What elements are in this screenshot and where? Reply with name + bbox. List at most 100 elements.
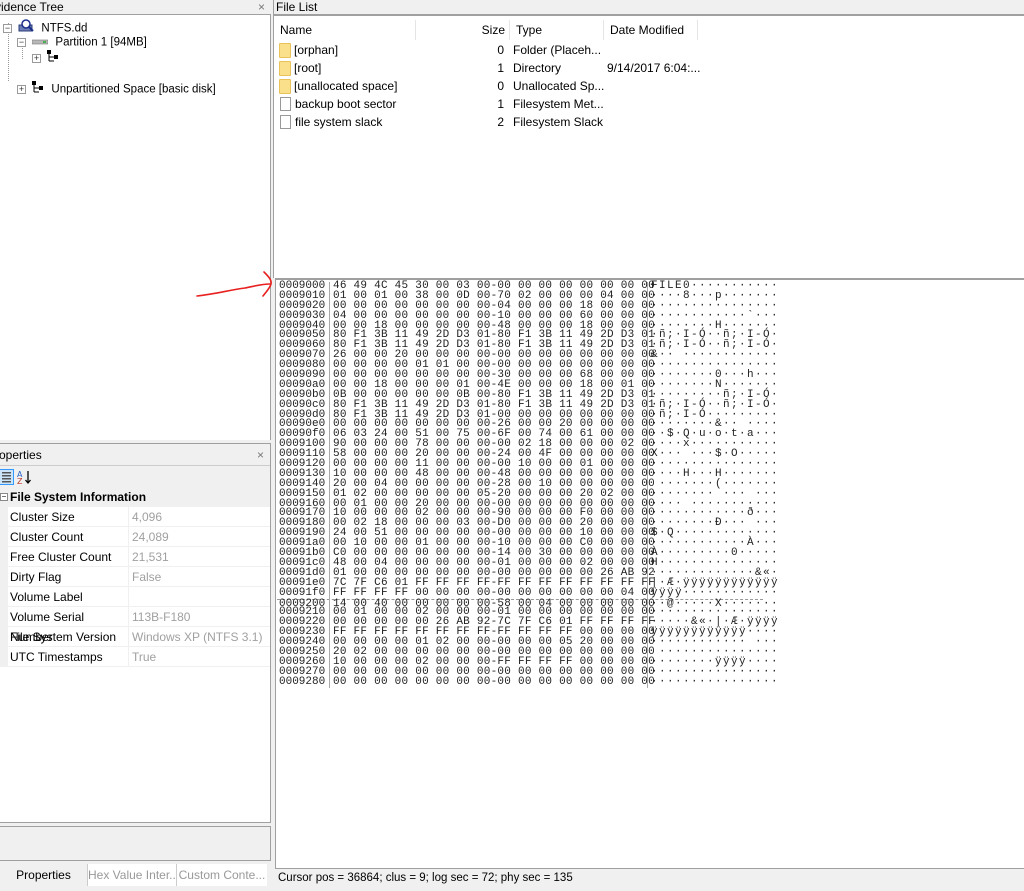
file-size: 0 [497, 79, 504, 93]
file-date-modified [604, 95, 704, 113]
property-gutter [0, 567, 8, 586]
property-value [129, 587, 270, 606]
file-name-cell: backup boot sector [274, 95, 421, 113]
file-size: 2 [497, 115, 504, 129]
close-icon[interactable]: × [258, 0, 265, 14]
property-name: Volume Label [8, 587, 129, 606]
tree-node-partition-1[interactable]: − Partition 1 [94MB] [17, 35, 147, 50]
property-name: Dirty Flag [8, 567, 129, 586]
file-date-modified [604, 113, 704, 131]
tree-node-label: NTFS.dd [41, 22, 88, 35]
tab-custom-content[interactable]: Custom Conte... [176, 864, 267, 886]
file-icon [280, 97, 291, 111]
file-list-header: Name Size Type Date Modified [274, 20, 698, 40]
cursor-position-status: Cursor pos = 36864; clus = 9; log sec = … [278, 872, 573, 884]
property-gutter [0, 587, 8, 606]
property-row[interactable]: Dirty Flag False [0, 567, 270, 587]
file-list-title: File List [276, 0, 318, 14]
property-value: 21,531 [132, 550, 169, 564]
property-row[interactable]: UTC Timestamps True [0, 647, 270, 667]
file-type: Unallocated Sp... [513, 79, 604, 93]
file-name: [orphan] [294, 43, 339, 57]
folder-icon [279, 78, 291, 94]
expand-icon[interactable]: + [32, 54, 41, 63]
tree-node-unpartitioned-space[interactable]: + Unpartitioned Space [basic disk] [17, 81, 216, 96]
folder-icon [279, 42, 291, 58]
file-name-cell: [unallocated space] [274, 77, 421, 95]
tree-node-filesystem[interactable]: + [32, 50, 63, 65]
collapse-icon[interactable]: − [17, 38, 26, 47]
tab-hex-value-interpreter[interactable]: Hex Value Inter... [87, 864, 176, 886]
property-gutter [0, 507, 8, 526]
property-row[interactable]: Cluster Size 4,096 [0, 507, 270, 527]
file-name-cell: [orphan] [274, 41, 421, 59]
hex-table: 0009000 46 49 4C 45 30 00 03 00-00 00 00 … [277, 281, 778, 688]
properties-title-bar: roperties × [0, 444, 270, 466]
file-name-cell: [root] [274, 59, 421, 77]
expand-icon[interactable]: + [17, 85, 26, 94]
property-section-title: File System Information [10, 490, 147, 504]
property-section-file-system-information[interactable]: − File System Information [0, 488, 270, 507]
property-value: False [132, 570, 162, 584]
tab-properties[interactable]: Properties [0, 864, 87, 886]
file-type: Folder (Placeh... [513, 43, 602, 57]
tree-node-label: Unpartitioned Space [basic disk] [51, 83, 216, 96]
property-gutter [0, 527, 8, 546]
file-list-panel: File List Name Size Type Date Modified [… [273, 0, 1024, 278]
sort-alphabetical-icon[interactable]: AZ [17, 469, 33, 486]
column-header-name[interactable]: Name [274, 20, 416, 40]
file-list-row[interactable]: [unallocated space] 0 Unallocated Sp... [274, 77, 704, 95]
hex-ascii[interactable]: ················ [648, 676, 778, 688]
property-name: Cluster Size [8, 507, 129, 526]
properties-panel: roperties × AZ − File System Information… [0, 443, 271, 823]
property-name: File System Version [8, 627, 129, 646]
tree-node-label: Partition 1 [94MB] [55, 36, 147, 49]
file-size: 0 [497, 43, 504, 57]
column-header-size[interactable]: Size [416, 20, 510, 40]
property-value: 4,096 [132, 510, 163, 524]
column-header-date-modified[interactable]: Date Modified [604, 20, 698, 40]
file-name: [root] [294, 61, 322, 75]
collapse-icon[interactable]: − [0, 493, 8, 501]
close-icon[interactable]: × [257, 444, 264, 465]
property-name: UTC Timestamps [8, 647, 129, 666]
property-value: 24,089 [132, 530, 169, 544]
file-list-row[interactable]: [root] 1 Directory 9/14/2017 6:04:... [274, 59, 704, 77]
property-gutter [0, 627, 8, 646]
property-gutter [0, 647, 8, 666]
file-name: [unallocated space] [294, 79, 398, 93]
file-list-row[interactable]: [orphan] 0 Folder (Placeh... [274, 41, 704, 59]
column-header-type[interactable]: Type [510, 20, 604, 40]
file-type: Filesystem Slack [513, 115, 604, 129]
file-list-row[interactable]: backup boot sector 1 Filesystem Met... [274, 95, 704, 113]
file-name: backup boot sector [295, 97, 397, 111]
svg-text:Z: Z [17, 477, 23, 485]
folder-icon [279, 60, 291, 76]
property-row[interactable]: Volume Serial Number 113B-F180 [0, 607, 270, 644]
collapse-icon[interactable]: − [3, 24, 12, 33]
tree-node-ntfs-dd[interactable]: − NTFS.dd [3, 19, 88, 35]
property-gutter [0, 547, 8, 566]
property-description-box [0, 826, 271, 861]
property-value: True [132, 650, 157, 664]
hex-row[interactable]: 0009280 00 00 00 00 00 00 00 00-00 00 00 … [277, 676, 778, 688]
property-value: Windows XP (NTFS 3.1) [132, 630, 263, 644]
hex-bytes[interactable]: 00 00 00 00 00 00 00 00-00 00 00 00 00 0… [330, 676, 655, 688]
categorized-view-icon[interactable] [0, 469, 14, 485]
property-row[interactable]: File System Version Windows XP (NTFS 3.1) [0, 627, 270, 647]
file-size: 1 [497, 61, 504, 75]
property-name: Cluster Count [8, 527, 129, 546]
property-row[interactable]: Cluster Count 24,089 [0, 527, 270, 547]
file-size: 1 [497, 97, 504, 111]
file-type: Filesystem Met... [513, 97, 604, 111]
properties-toolbar: AZ [0, 466, 270, 488]
property-gutter [0, 607, 8, 626]
file-date-modified [604, 77, 704, 95]
partition-icon [31, 35, 49, 50]
property-row[interactable]: Free Cluster Count 21,531 [0, 547, 270, 567]
evidence-tree-title: vidence Tree [0, 0, 64, 14]
file-list-row[interactable]: file system slack 2 Filesystem Slack [274, 113, 704, 131]
hex-viewer[interactable]: 0009000 46 49 4C 45 30 00 03 00-00 00 00 … [275, 278, 1024, 868]
property-row[interactable]: Volume Label [0, 587, 270, 607]
status-bar: Cursor pos = 36864; clus = 9; log sec = … [275, 868, 1024, 887]
